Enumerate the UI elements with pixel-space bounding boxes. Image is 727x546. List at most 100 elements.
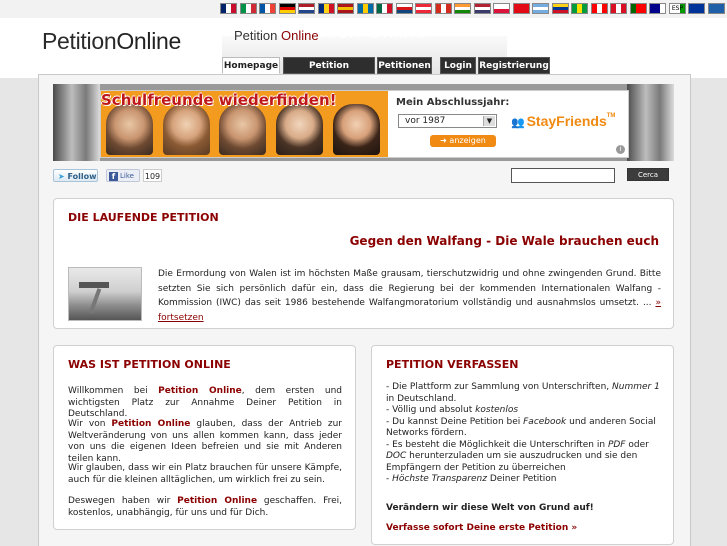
netherlands-flag[interactable] xyxy=(298,3,315,14)
tab-registrierung[interactable]: Registrierung xyxy=(478,57,550,74)
eu-flag[interactable] xyxy=(688,3,705,14)
about-paragraph: Wir glauben, dass wir ein Platz brauchen… xyxy=(68,463,342,485)
about-paragraph: Willkommen bei Petition Online, dem erst… xyxy=(68,386,342,421)
turkey-flag[interactable] xyxy=(513,3,530,14)
language-flag-bar: ESP xyxy=(0,0,727,19)
czech-flag[interactable] xyxy=(396,3,413,14)
portugal-flag[interactable] xyxy=(630,3,647,14)
list-item: - Die Plattform zur Sammlung von Untersc… xyxy=(386,382,668,405)
romania-flag[interactable] xyxy=(318,3,335,14)
tab-petition-verfassen[interactable]: Petition verfassen xyxy=(283,57,375,88)
peru-flag[interactable] xyxy=(610,3,627,14)
logo-part1: Petition xyxy=(42,28,117,54)
feature-text: - Die Plattform zur Sammlung von Untersc… xyxy=(386,382,613,392)
austria-flag[interactable] xyxy=(415,3,432,14)
feature-list: - Die Plattform zur Sammlung von Untersc… xyxy=(386,382,668,486)
about-box: WAS IST PETITION ONLINE Willkommen bei P… xyxy=(53,345,356,530)
italy-flag[interactable] xyxy=(240,3,257,14)
tab-login[interactable]: Login xyxy=(440,57,476,74)
current-petition-box: DIE LAUFENDE PETITION Gegen den Walfang … xyxy=(53,198,674,329)
canada-flag[interactable] xyxy=(591,3,608,14)
ship-shape xyxy=(79,282,109,288)
brand-name: Petition Online xyxy=(177,496,258,506)
germany-flag[interactable] xyxy=(279,3,296,14)
like-label: Like xyxy=(120,172,134,180)
logo-part2: Online xyxy=(116,28,182,54)
list-item: - Es besteht die Möglichkeit die Untersc… xyxy=(386,440,668,475)
feature-emphasis: DOC xyxy=(386,451,407,461)
world-flag[interactable] xyxy=(708,3,725,14)
spain-flag[interactable] xyxy=(337,3,354,14)
stayfriends-ad[interactable]: Schulfreunde wiederfinden! Mein Abschlus… xyxy=(100,90,629,158)
feature-emphasis: Nummer 1 xyxy=(612,382,660,392)
banner-photo-right xyxy=(627,84,674,161)
poland-flag[interactable] xyxy=(493,3,510,14)
twitter-bird-icon: ➤ xyxy=(58,172,65,181)
chevron-down-icon: ▼ xyxy=(483,116,495,126)
ad-photo-strip: Schulfreunde wiederfinden! xyxy=(101,91,388,157)
about-heading: WAS IST PETITION ONLINE xyxy=(68,358,231,371)
list-item: - Höchste Transparenz Deiner Petition xyxy=(386,474,668,486)
france-flag[interactable] xyxy=(259,3,276,14)
facebook-icon: f xyxy=(109,171,118,181)
colombia-flag[interactable] xyxy=(552,3,569,14)
ad-show-label: anzeigen xyxy=(449,136,486,145)
create-petition-heading: PETITION VERFASSEN xyxy=(386,358,519,371)
info-icon[interactable]: i xyxy=(616,145,625,154)
banner-photo-left xyxy=(53,84,100,161)
current-petition-body: Die Ermordung von Walen ist im höchsten … xyxy=(158,269,661,308)
site-logo[interactable]: PetitionOnline xyxy=(42,28,181,55)
mexico-flag[interactable] xyxy=(376,3,393,14)
about-paragraph: Deswegen haben wir Petition Online gesch… xyxy=(68,496,342,519)
brazil-flag[interactable] xyxy=(571,3,588,14)
ad-face-photo xyxy=(276,104,323,155)
stayfriends-logo: 👥 StayFriendsTM xyxy=(511,113,615,129)
feature-emphasis: Höchste Transparenz xyxy=(392,474,487,484)
feature-text: - Du kannst Deine Petition bei xyxy=(386,416,524,427)
search-button[interactable]: Cerca xyxy=(627,168,669,181)
feature-text: - Völlig und absolut xyxy=(386,405,476,415)
facebook-like-button[interactable]: f Like xyxy=(106,169,140,182)
ad-show-button[interactable]: ➜ anzeigen xyxy=(430,135,496,147)
flag-label: ESP xyxy=(671,5,684,12)
slogan: Verändern wir diese Welt von Grund auf! xyxy=(386,503,594,513)
current-petition-text: Die Ermordung von Walen ist im höchsten … xyxy=(158,267,661,325)
feature-text: herunterzuladen um sie auszudrucken und … xyxy=(386,451,638,473)
esperanto-flag[interactable]: ESP xyxy=(669,3,686,14)
whaling-photo[interactable] xyxy=(68,267,142,321)
tab-homepage[interactable]: Homepage xyxy=(222,57,280,74)
usa-flag[interactable] xyxy=(474,3,491,14)
follow-label: Follow xyxy=(67,172,97,181)
create-petition-link[interactable]: Verfasse sofort Deine erste Petition » xyxy=(386,523,577,533)
ad-face-photo xyxy=(163,104,210,155)
stayfriends-name: StayFriends xyxy=(526,113,607,129)
current-petition-title[interactable]: Gegen den Walfang - Die Wale brauchen eu… xyxy=(350,234,659,248)
switzerland-flag[interactable] xyxy=(435,3,452,14)
sweden-flag[interactable] xyxy=(357,3,374,14)
header-small-logo: Petition Online xyxy=(234,28,319,43)
argentina-flag[interactable] xyxy=(532,3,549,14)
ad-year-label: Mein Abschlussjahr: xyxy=(396,97,510,108)
feature-text: oder xyxy=(625,439,649,450)
india-flag[interactable] xyxy=(454,3,471,14)
ad-face-photo xyxy=(106,104,153,155)
australia-flag[interactable] xyxy=(649,3,666,14)
ad-face-photo xyxy=(333,104,380,155)
list-item: - Du kannst Deine Petition bei Facebook … xyxy=(386,417,668,440)
current-petition-heading: DIE LAUFENDE PETITION xyxy=(68,211,219,224)
like-count: 109 xyxy=(143,169,162,182)
search-input[interactable] xyxy=(511,168,615,183)
ad-headline: Schulfreunde wiederfinden! xyxy=(101,91,337,109)
feature-text: in Deutschland. xyxy=(386,393,457,404)
uk-flag[interactable] xyxy=(220,3,237,14)
people-icon: 👥 xyxy=(511,117,525,129)
feature-emphasis: kostenlos xyxy=(475,405,519,415)
about-text: Deswegen haben wir xyxy=(68,496,178,506)
tab-petitionen[interactable]: Petitionen xyxy=(377,57,432,74)
ad-year-select[interactable]: vor 1987 ▼ xyxy=(398,114,497,128)
about-text: Wir von xyxy=(68,419,112,429)
ad-face-photo xyxy=(219,104,266,155)
small-logo-part2: Online xyxy=(281,28,319,43)
about-paragraph: Wir von Petition Online glauben, dass de… xyxy=(68,419,342,465)
twitter-follow-button[interactable]: ➤ Follow xyxy=(53,169,98,182)
